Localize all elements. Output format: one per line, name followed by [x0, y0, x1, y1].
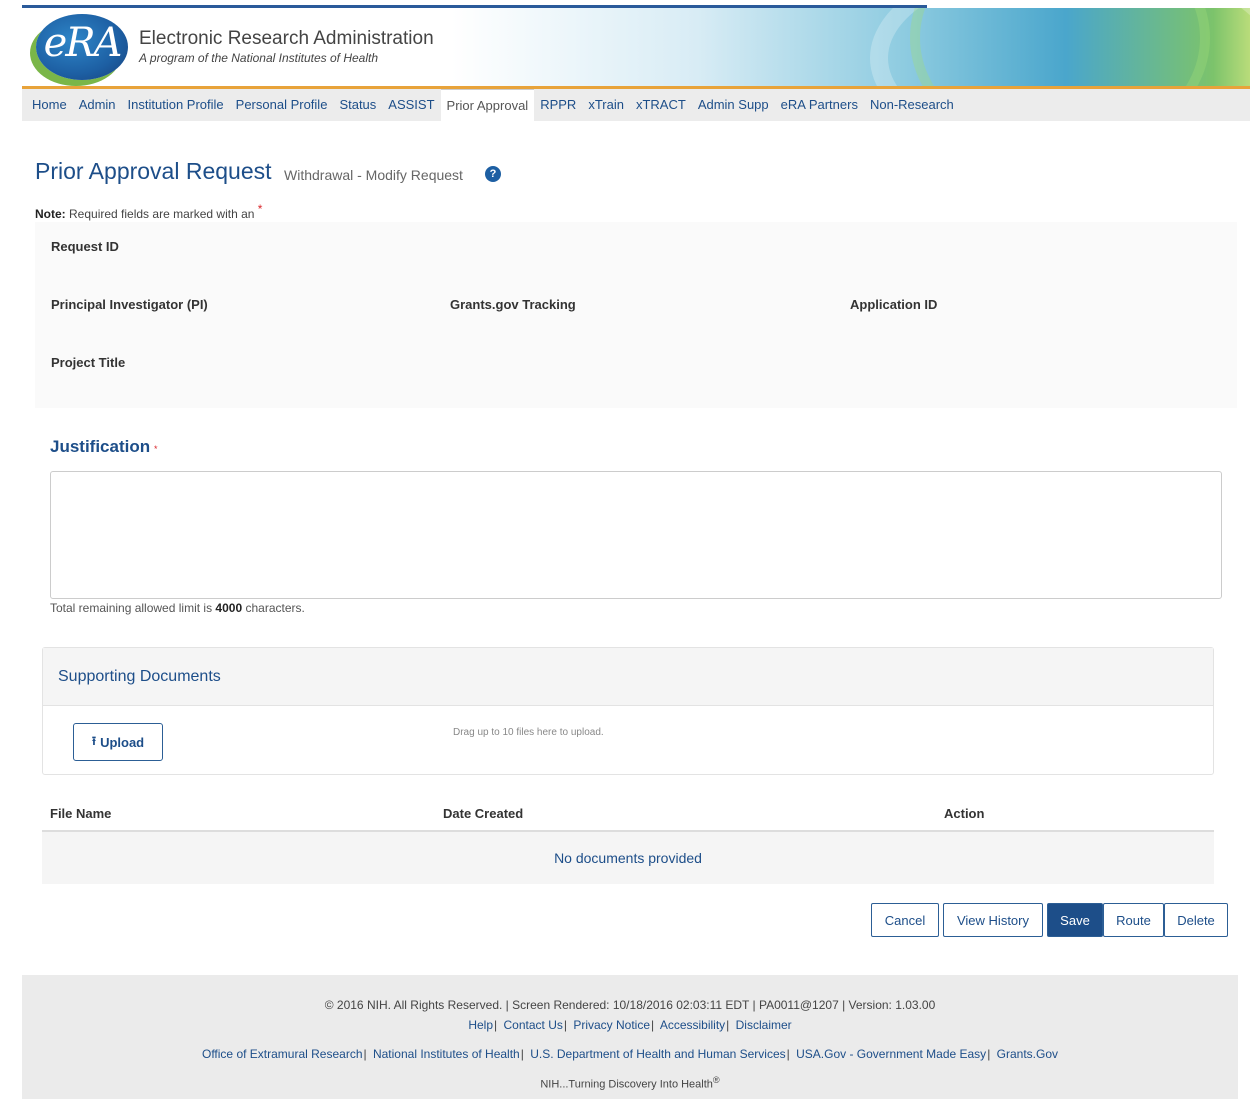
tagline-registered-mark: ® — [712, 1075, 720, 1085]
column-file-name: File Name — [50, 806, 112, 821]
nav-admin[interactable]: Admin — [73, 89, 122, 121]
site-header: eRA Electronic Research Administration A… — [22, 8, 1250, 88]
remaining-count: 4000 — [215, 601, 243, 615]
nav-prior-approval[interactable]: Prior Approval — [440, 89, 535, 121]
request-info-panel: Request ID Principal Investigator (PI) G… — [35, 222, 1237, 408]
supporting-documents-title: Supporting Documents — [58, 668, 221, 685]
supporting-documents-panel: Supporting Documents ⭱ Upload Drag up to… — [42, 647, 1214, 775]
nav-home[interactable]: Home — [26, 89, 73, 121]
footer-link-privacy-notice[interactable]: Privacy Notice — [573, 1018, 650, 1032]
view-history-button[interactable]: View History — [943, 903, 1043, 937]
question-circle-icon[interactable]: ? — [485, 166, 501, 182]
project-title-label: Project Title — [51, 355, 126, 370]
era-logo-text: eRA — [43, 20, 123, 66]
footer-links-primary: Help| Contact Us| Privacy Notice| Access… — [468, 1018, 792, 1032]
nav-non-research[interactable]: Non-Research — [864, 89, 960, 121]
nav-status[interactable]: Status — [333, 89, 382, 121]
nav-institution-profile[interactable]: Institution Profile — [122, 89, 230, 121]
request-id-label: Request ID — [51, 239, 119, 254]
column-action: Action — [944, 806, 985, 821]
remaining-prefix: Total remaining allowed limit is — [50, 601, 213, 615]
footer-link-oer[interactable]: Office of Extramural Research — [202, 1047, 363, 1061]
documents-table-header: File Name Date Created Action — [42, 800, 1214, 832]
character-limit-hint: Total remaining allowed limit is 4000 ch… — [50, 601, 305, 615]
nav-assist[interactable]: ASSIST — [382, 89, 440, 121]
column-date-created: Date Created — [443, 806, 524, 821]
note-text: Required fields are marked with an — [69, 207, 255, 221]
required-note: Note: Required fields are marked with an… — [35, 202, 262, 221]
footer-link-help[interactable]: Help — [468, 1018, 493, 1032]
remaining-suffix: characters. — [245, 601, 305, 615]
save-button[interactable]: Save — [1047, 903, 1103, 937]
nav-admin-supp[interactable]: Admin Supp — [692, 89, 775, 121]
header-decoration-2 — [910, 8, 1210, 88]
application-id-label: Application ID — [850, 297, 938, 312]
upload-button[interactable]: ⭱ Upload — [73, 723, 163, 761]
footer-link-accessibility[interactable]: Accessibility — [660, 1018, 725, 1032]
route-button[interactable]: Route — [1103, 903, 1164, 937]
site-footer: © 2016 NIH. All Rights Reserved. | Scree… — [22, 975, 1238, 1099]
footer-link-usa-gov[interactable]: USA.Gov - Government Made Easy — [796, 1047, 986, 1061]
footer-link-nih[interactable]: National Institutes of Health — [373, 1047, 520, 1061]
justification-label: Justification — [50, 437, 151, 456]
footer-link-grants-gov[interactable]: Grants.Gov — [997, 1047, 1058, 1061]
justification-textarea[interactable] — [50, 471, 1222, 599]
tagline-text: NIH...Turning Discovery Into Health — [540, 1078, 713, 1091]
delete-button[interactable]: Delete — [1164, 903, 1228, 937]
cancel-button[interactable]: Cancel — [871, 903, 939, 937]
page-title: Prior Approval Request — [35, 158, 272, 184]
footer-tagline: NIH...Turning Discovery Into Health® — [22, 1075, 1238, 1091]
nav-rppr[interactable]: RPPR — [534, 89, 582, 121]
nav-era-partners[interactable]: eRA Partners — [775, 89, 864, 121]
required-marker: * — [257, 202, 263, 216]
nav-xtract[interactable]: xTRACT — [630, 89, 692, 121]
upload-icon: ⭱ — [91, 733, 97, 748]
note-label: Note: — [35, 207, 66, 221]
footer-link-disclaimer[interactable]: Disclaimer — [736, 1018, 792, 1032]
upload-label: Upload — [100, 734, 145, 750]
nav-personal-profile[interactable]: Personal Profile — [230, 89, 334, 121]
nav-xtrain[interactable]: xTrain — [582, 89, 630, 121]
main-nav: Home Admin Institution Profile Personal … — [22, 89, 1250, 121]
drop-zone-hint[interactable]: Drag up to 10 files here to upload. — [453, 727, 604, 738]
grants-tracking-label: Grants.gov Tracking — [450, 297, 576, 312]
pi-label: Principal Investigator (PI) — [51, 297, 208, 312]
page-subtitle: Withdrawal - Modify Request — [284, 167, 463, 183]
justification-required-marker: * — [154, 444, 158, 454]
site-title: Electronic Research Administration — [139, 28, 434, 49]
documents-empty-message: No documents provided — [42, 832, 1214, 884]
footer-copyright: © 2016 NIH. All Rights Reserved. | Scree… — [324, 998, 936, 1012]
footer-links-secondary: Office of Extramural Research| National … — [201, 1047, 1059, 1061]
footer-link-hhs[interactable]: U.S. Department of Health and Human Serv… — [530, 1047, 785, 1061]
site-subtitle: A program of the National Institutes of … — [139, 51, 379, 65]
footer-link-contact-us[interactable]: Contact Us — [504, 1018, 563, 1032]
